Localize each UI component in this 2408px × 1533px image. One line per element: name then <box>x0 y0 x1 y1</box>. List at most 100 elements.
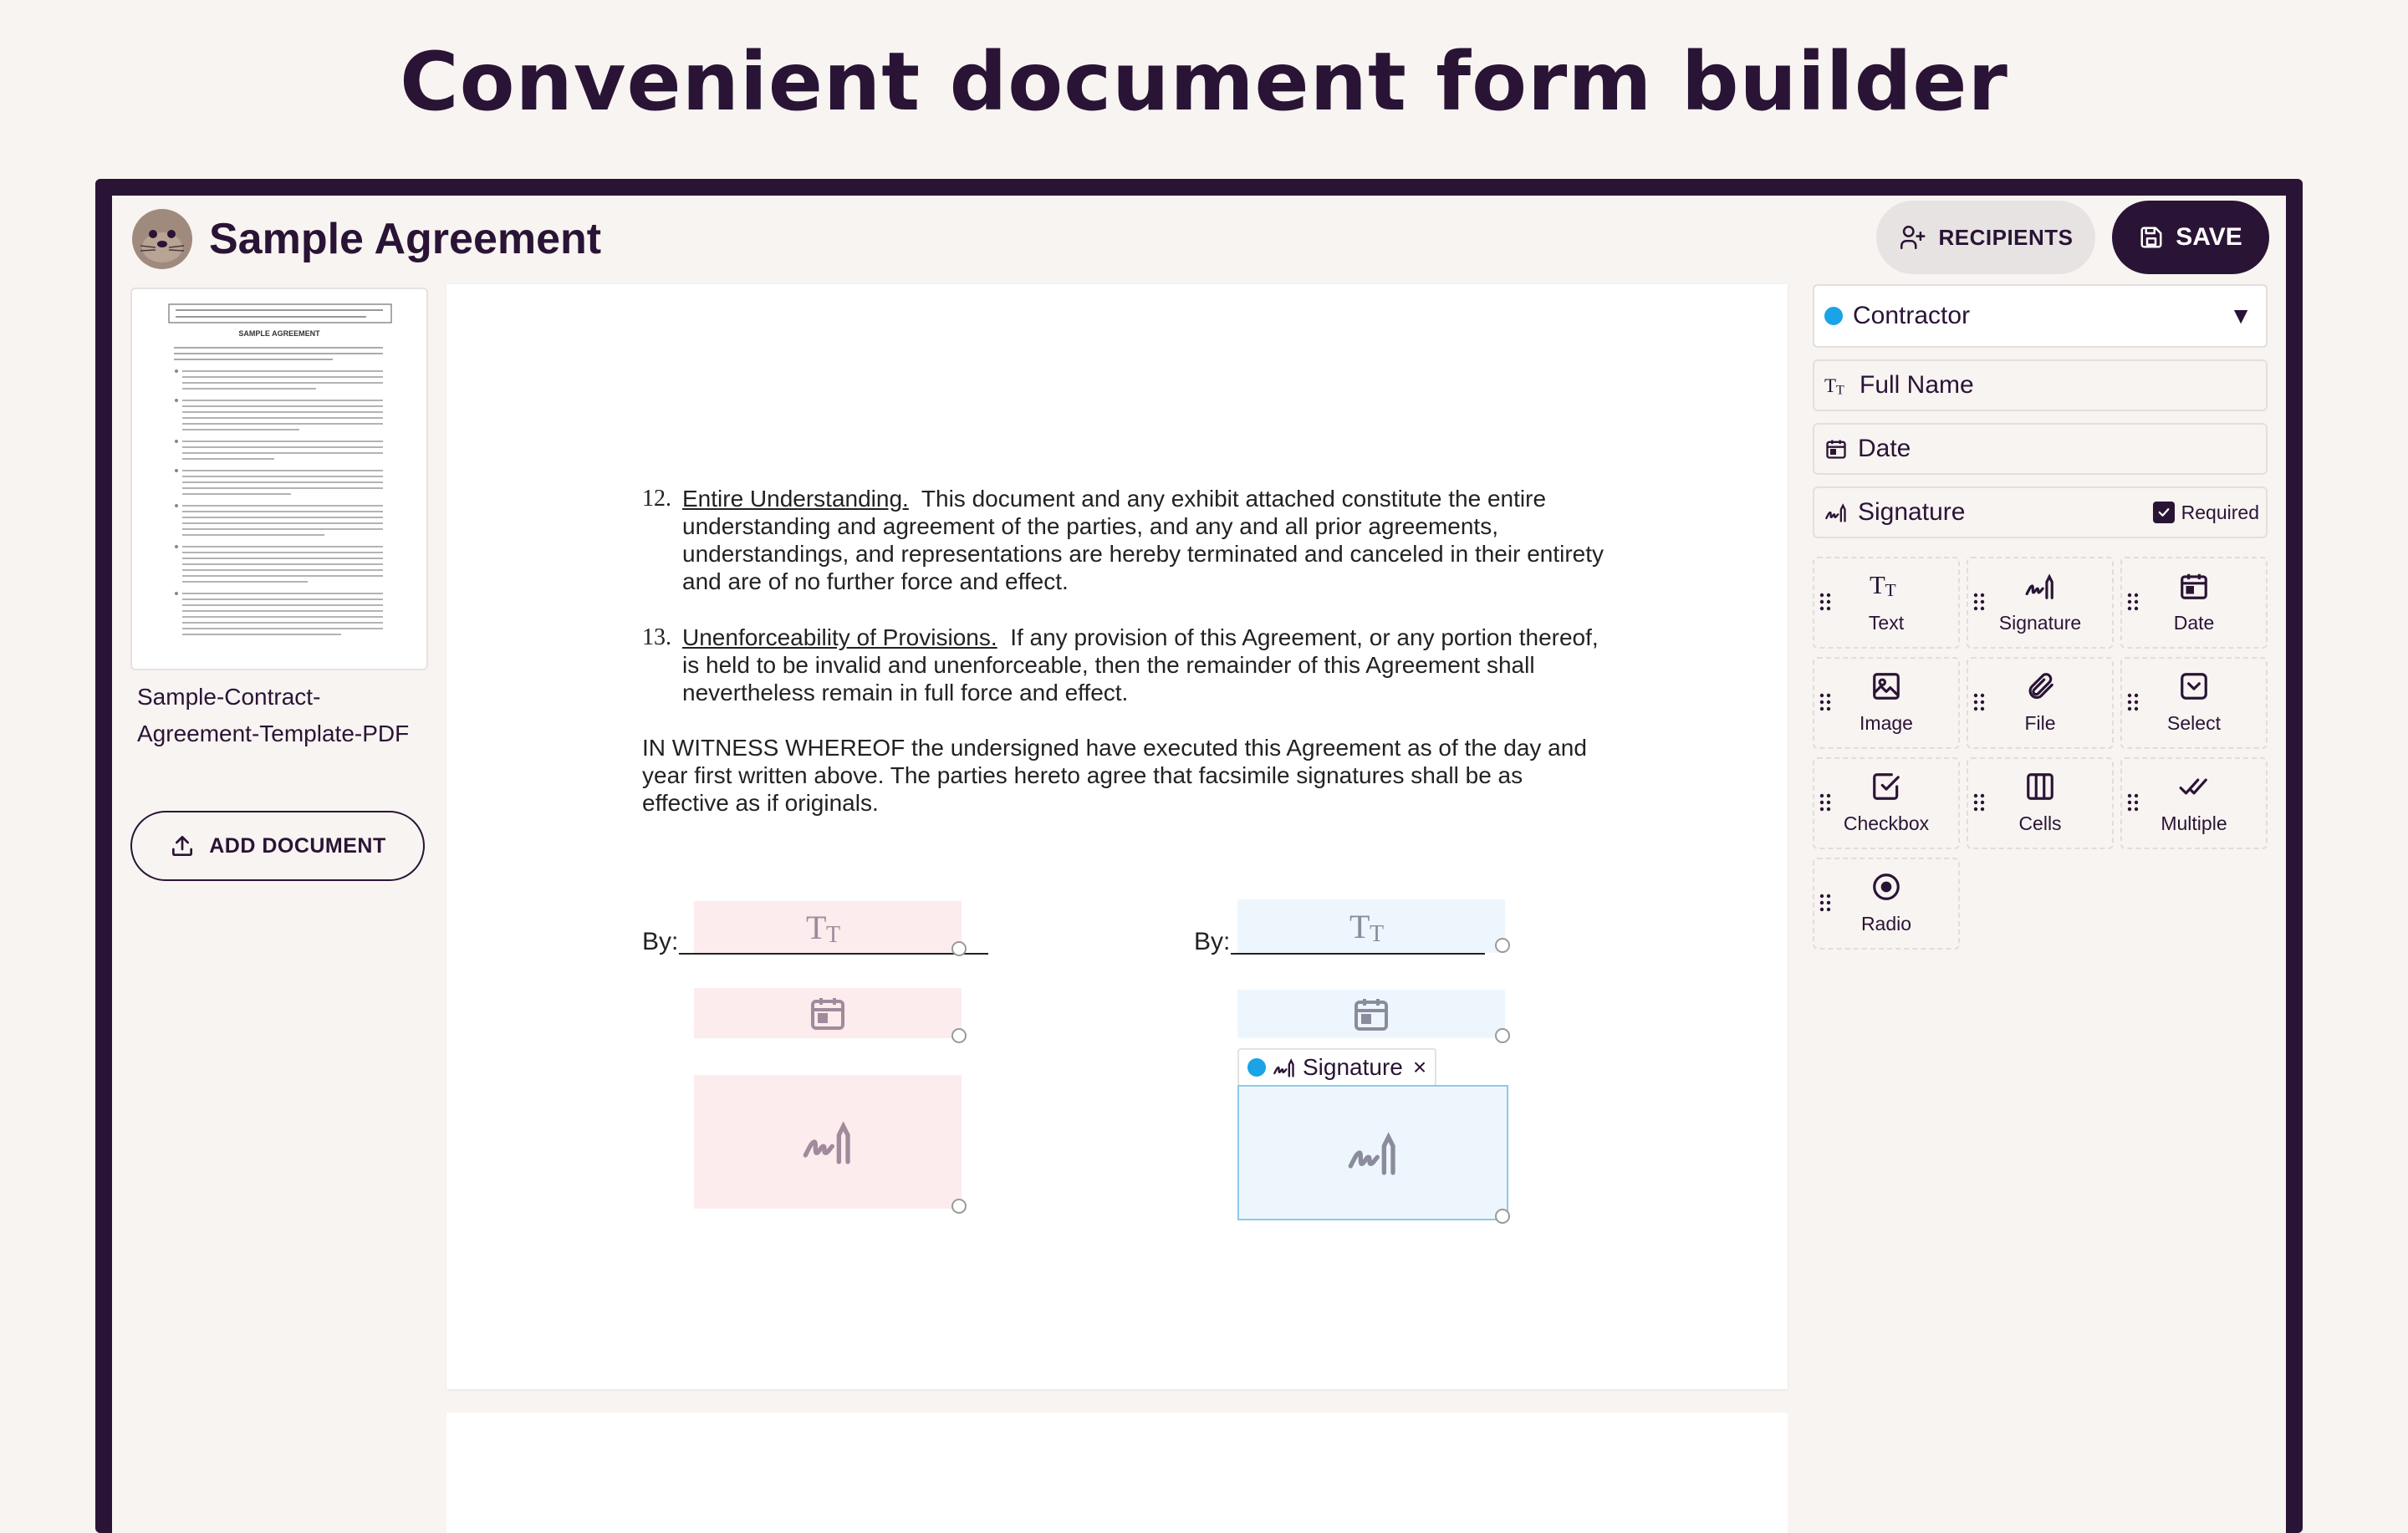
document-page: 12. Entire Understanding. This document … <box>446 284 1788 1389</box>
upload-icon <box>169 833 196 859</box>
signature-icon <box>1968 570 2112 602</box>
calendar-icon <box>1351 994 1391 1034</box>
svg-text:T: T <box>1824 374 1836 396</box>
signature-icon <box>801 1115 855 1169</box>
signature-field-placeholder[interactable] <box>694 1075 962 1209</box>
field-row-label: Full Name <box>1860 371 1974 399</box>
tool-label: Cells <box>2018 812 2062 834</box>
tool-file[interactable]: File <box>1967 657 2114 749</box>
clause-number: 13. <box>642 624 671 650</box>
tool-checkbox[interactable]: Checkbox <box>1813 757 1960 849</box>
document-file-name: Sample-Contract-Agreement-Template-PDF <box>137 684 410 746</box>
tool-signature[interactable]: Signature <box>1967 557 2114 649</box>
resize-handle[interactable] <box>1495 938 1510 953</box>
recipient-color-dot <box>1247 1058 1266 1077</box>
calendar-icon <box>808 993 848 1033</box>
by-label: By: <box>1194 928 1231 955</box>
tool-label: Signature <box>1998 612 2082 634</box>
seal-logo-icon <box>130 207 194 271</box>
double-check-icon <box>2122 771 2266 802</box>
tool-label: File <box>2024 712 2056 734</box>
required-toggle[interactable]: Required <box>2152 501 2259 524</box>
clause-heading: Unenforceability of Provisions. <box>682 624 997 650</box>
radio-icon <box>1814 871 1958 903</box>
resize-handle[interactable] <box>1495 1028 1510 1043</box>
image-icon <box>1814 670 1958 702</box>
tool-label: Image <box>1860 712 1913 734</box>
calendar-icon <box>2122 570 2266 602</box>
thumbnail-heading: SAMPLE AGREEMENT <box>238 329 320 338</box>
checkbox-checked-icon[interactable] <box>2152 502 2175 523</box>
text-type-icon: TT <box>1814 570 1958 598</box>
signature-line <box>679 953 988 955</box>
document-thumbnail[interactable]: SAMPLE AGREEMENT <box>130 288 428 670</box>
signature-icon <box>1824 501 1848 524</box>
tool-image[interactable]: Image <box>1813 657 1960 749</box>
resize-handle[interactable] <box>1495 1209 1510 1224</box>
tool-label: Text <box>1868 612 1905 634</box>
text-type-icon: TT <box>1824 374 1849 396</box>
save-label: SAVE <box>2176 223 2242 251</box>
cells-icon <box>1968 771 2112 802</box>
recipient-name: Contractor <box>1853 302 1971 329</box>
tool-multiple[interactable]: Multiple <box>2120 757 2268 849</box>
close-icon[interactable]: × <box>1413 1054 1426 1081</box>
add-document-button[interactable]: ADD DOCUMENT <box>130 811 425 881</box>
checkbox-icon <box>1814 771 1958 802</box>
resize-handle[interactable] <box>951 1199 967 1214</box>
app-window: Sample Agreement RECIPIENTS SAVE SAMPLE … <box>112 196 2286 1533</box>
tool-label: Radio <box>1860 913 1912 935</box>
tool-date[interactable]: Date <box>2120 557 2268 649</box>
tool-cells[interactable]: Cells <box>1967 757 2114 849</box>
add-user-icon <box>1898 223 1926 252</box>
field-row-label[interactable]: Signature <box>1858 498 1965 527</box>
svg-text:T: T <box>826 922 840 945</box>
recipient-color-dot <box>1824 307 1843 325</box>
tool-label: Multiple <box>2161 812 2227 834</box>
signature-icon <box>1346 1126 1400 1179</box>
resize-handle[interactable] <box>951 941 967 956</box>
selected-field-label: Signature <box>1303 1054 1403 1080</box>
required-label: Required <box>2181 501 2259 523</box>
date-field-placeholder[interactable] <box>694 988 962 1038</box>
chevron-down-icon: ▼ <box>2229 303 2252 328</box>
document-title[interactable]: Sample Agreement <box>209 207 601 271</box>
resize-handle[interactable] <box>951 1028 967 1043</box>
tool-label: Date <box>2173 612 2215 634</box>
by-label: By: <box>642 928 679 955</box>
date-field-placeholder[interactable] <box>1237 990 1505 1038</box>
signature-line <box>1231 953 1485 955</box>
selected-field-tag[interactable]: Signature × <box>1237 1048 1437 1087</box>
paperclip-icon <box>1968 670 2112 702</box>
add-document-label: ADD DOCUMENT <box>209 833 386 858</box>
svg-text:T: T <box>1349 908 1370 945</box>
recipients-label: RECIPIENTS <box>1938 224 2074 250</box>
clause-heading: Entire Understanding. <box>682 486 909 512</box>
recipients-button[interactable]: RECIPIENTS <box>1876 201 2095 274</box>
tool-text[interactable]: TT Text <box>1813 557 1960 649</box>
clause-number: 12. <box>642 486 671 512</box>
signature-icon <box>1273 1056 1296 1079</box>
text-field-placeholder[interactable]: TT <box>1237 899 1505 953</box>
signature-field-selected[interactable] <box>1237 1085 1508 1220</box>
select-icon <box>2122 670 2266 702</box>
svg-text:T: T <box>1870 571 1885 598</box>
recipient-select[interactable]: Contractor ▼ <box>1813 284 2268 348</box>
tool-radio[interactable]: Radio <box>1813 858 1960 950</box>
text-field-placeholder[interactable]: TT <box>694 901 962 953</box>
tool-label: Checkbox <box>1843 812 1930 834</box>
field-row-selected[interactable]: Signature Required <box>1813 486 2268 538</box>
svg-text:T: T <box>1836 383 1844 396</box>
text-type-icon: TT <box>1349 908 1393 945</box>
field-row-label: Date <box>1858 435 1911 462</box>
calendar-icon <box>1824 437 1848 461</box>
save-button[interactable]: SAVE <box>2112 201 2269 274</box>
svg-text:T: T <box>806 909 826 945</box>
witness-paragraph: IN WITNESS WHEREOF the undersigned have … <box>642 735 1587 816</box>
tool-label: Select <box>2167 712 2221 734</box>
field-row[interactable]: Date <box>1813 423 2268 475</box>
field-row[interactable]: TT Full Name <box>1813 359 2268 411</box>
svg-text:T: T <box>1370 921 1384 945</box>
tool-select[interactable]: Select <box>2120 657 2268 749</box>
svg-text:T: T <box>1885 580 1895 598</box>
